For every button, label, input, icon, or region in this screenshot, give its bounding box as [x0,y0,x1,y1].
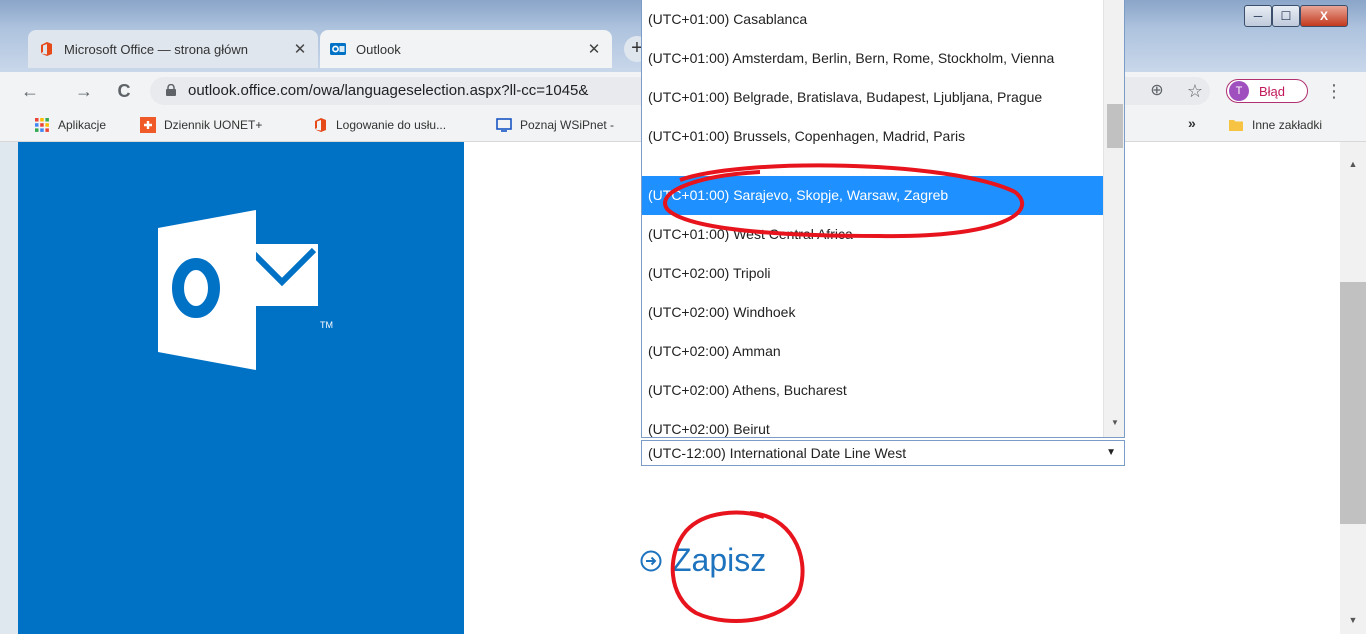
timezone-option[interactable]: (UTC+01:00) West Central Africa [642,215,1103,254]
bookmark-label: Poznaj WSiPnet - [520,118,615,132]
bookmark-wsipnet[interactable]: Poznaj WSiPnet - [496,117,614,133]
minimize-button[interactable]: ─ [1244,5,1272,27]
timezone-option[interactable]: (UTC+01:00) Amsterdam, Berlin, Bern, Rom… [642,39,1103,78]
monitor-icon [496,118,512,132]
dropdown-arrow-icon: ▼ [1106,447,1116,458]
forward-icon[interactable]: → [72,79,96,103]
avatar: T [1229,81,1249,101]
outlook-icon [330,43,346,55]
menu-icon[interactable]: ⋮ [1324,79,1344,103]
timezone-option[interactable]: (UTC+01:00) Belgrade, Bratislava, Budape… [642,78,1103,117]
profile-status: Błąd [1259,83,1286,99]
bookmark-label: Aplikacje [58,118,107,132]
bookmarks-overflow-button[interactable]: » [1188,115,1196,131]
dropdown-scrollbar[interactable]: ▼ [1103,0,1124,437]
tab-outlook[interactable]: Outlook ✕ [320,30,612,68]
window-close-button[interactable]: X [1300,5,1348,27]
timezone-option[interactable]: (UTC+02:00) Athens, Bucharest [642,371,1103,410]
page-edge [0,142,18,634]
timezone-select-value: (UTC-12:00) International Date Line West [648,445,907,461]
office-icon [315,118,326,132]
office-icon [41,42,52,56]
timezone-select[interactable]: (UTC-12:00) International Date Line West… [641,440,1125,466]
scrollbar-thumb[interactable] [1340,282,1366,524]
bookmark-office-login[interactable]: Logowanie do usłu... [312,117,446,133]
folder-icon [1229,120,1243,131]
arrow-circle-right-icon [640,550,662,571]
timezone-dropdown-list[interactable]: (UTC+01:00) Casablanca (UTC+01:00) Amste… [641,0,1125,438]
timezone-option[interactable]: (UTC+01:00) Brussels, Copenhagen, Madrid… [642,117,1103,156]
lock-icon [166,84,176,96]
timezone-option-selected[interactable]: (UTC+01:00) Sarajevo, Skopje, Warsaw, Za… [642,176,1103,215]
timezone-option[interactable]: (UTC+02:00) Amman [642,332,1103,371]
bookmark-star-icon[interactable]: ☆ [1183,79,1207,103]
uonet-icon [140,117,156,133]
bookmark-apps[interactable]: Aplikacje [34,117,106,133]
reload-icon[interactable]: C [112,79,136,103]
bookmark-other[interactable]: Inne zakładki [1228,117,1322,133]
bookmark-label: Inne zakładki [1252,118,1323,132]
timezone-option[interactable]: (UTC+01:00) Casablanca [642,0,1103,39]
save-label: Zapisz [672,542,767,578]
outlook-logo-icon: TM [158,210,333,370]
trademark-text: TM [320,320,333,330]
tab-title: Microsoft Office — strona główn [64,41,248,57]
close-tab-icon[interactable]: ✕ [586,40,602,58]
back-icon[interactable]: ← [18,79,42,103]
dropdown-scrollbar-thumb[interactable] [1107,104,1123,148]
scroll-down-icon[interactable]: ▼ [1340,610,1366,630]
save-button[interactable]: Zapisz [640,542,766,579]
profile-button[interactable]: T Błąd [1226,79,1308,103]
timezone-option[interactable]: (UTC+02:00) Tripoli [642,254,1103,293]
tab-microsoft-office[interactable]: Microsoft Office — strona główn ✕ [28,30,318,68]
tab-title: Outlook [356,41,401,57]
zoom-icon[interactable]: ⊕ [1145,79,1169,103]
page-scrollbar[interactable]: ▲ ▼ [1340,142,1366,634]
scroll-down-icon[interactable]: ▼ [1104,418,1124,434]
timezone-option[interactable]: (UTC+02:00) Windhoek [642,293,1103,332]
maximize-button[interactable]: ☐ [1272,5,1300,27]
scroll-up-icon[interactable]: ▲ [1340,154,1366,174]
outlook-brand-panel: TM [18,142,464,634]
bookmark-label: Logowanie do usłu... [336,118,447,132]
timezone-option[interactable]: (UTC+02:00) Beirut [642,410,1103,437]
bookmark-uonet[interactable]: Dziennik UONET+ [140,117,262,133]
apps-grid-icon [35,118,49,132]
bookmark-label: Dziennik UONET+ [164,118,263,132]
url-text: outlook.office.com/owa/languageselection… [188,82,589,99]
close-tab-icon[interactable]: ✕ [292,40,308,58]
